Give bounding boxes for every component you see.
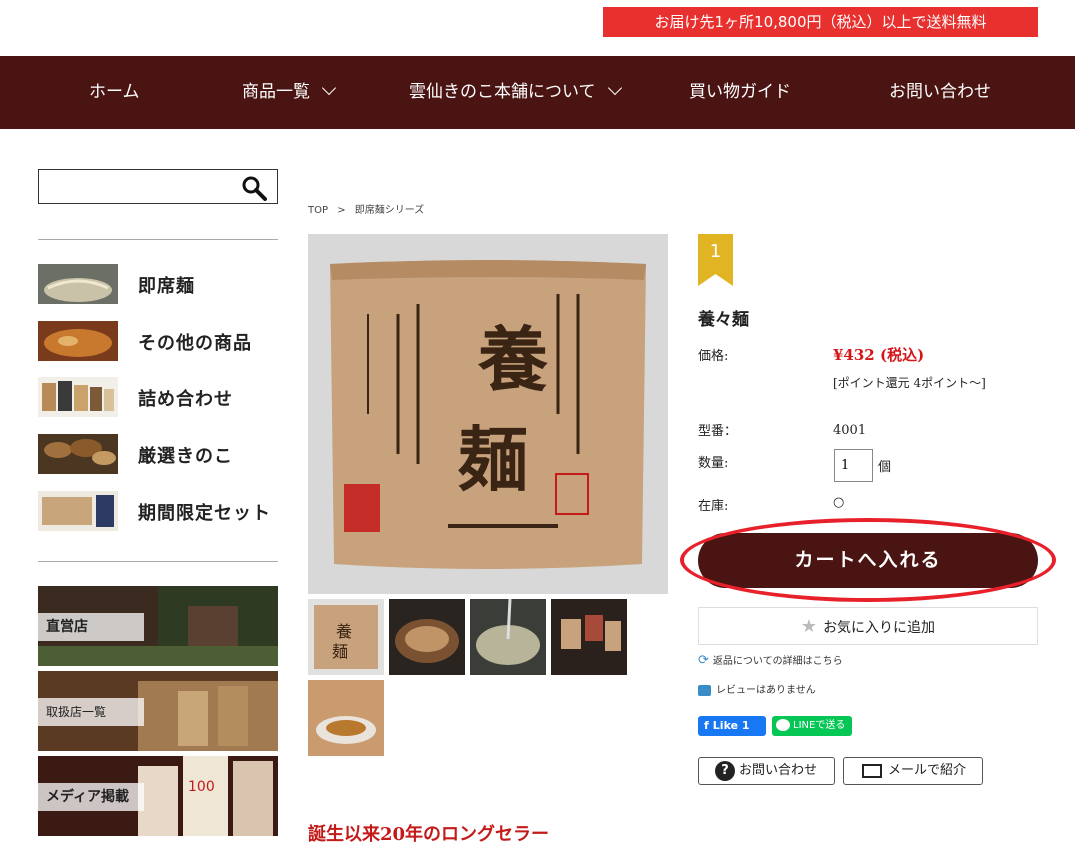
- refresh-icon: ⟳: [698, 653, 709, 668]
- nav-guide[interactable]: 買い物ガイド: [689, 56, 791, 129]
- search-icon[interactable]: [241, 175, 267, 201]
- breadcrumb: TOP > 即席麺シリーズ: [308, 201, 424, 216]
- category-thumbnail: [38, 321, 118, 361]
- facebook-like-label: Like 1: [712, 719, 750, 732]
- product-main-image: 養 麺: [308, 234, 668, 594]
- svg-text:麺: 麺: [332, 642, 348, 661]
- banner-label: メディア掲載: [38, 783, 144, 811]
- comment-icon: [698, 684, 711, 696]
- nav-contact-label: お問い合わせ: [889, 82, 991, 102]
- product-name: 養々麺: [698, 310, 749, 330]
- free-shipping-notice: お届け先1ヶ所10,800円（税込）以上で送料無料: [603, 7, 1038, 37]
- product-thumbnail[interactable]: 養麺: [308, 599, 384, 675]
- nav-about[interactable]: 雲仙きのこ本舗について: [409, 56, 622, 129]
- return-policy-link[interactable]: ⟳ 返品についての詳細はこちら: [698, 652, 843, 668]
- breadcrumb-top[interactable]: TOP: [308, 205, 328, 216]
- add-to-favorites-button[interactable]: ★ お気に入りに追加: [698, 607, 1038, 645]
- chevron-down-icon: [321, 80, 337, 96]
- nav-home-label: ホーム: [89, 82, 140, 102]
- mail-icon: [862, 763, 882, 778]
- quantity-unit: 個: [878, 460, 892, 475]
- breadcrumb-separator: >: [337, 205, 346, 216]
- stock-label: 在庫:: [698, 499, 729, 514]
- inquiry-button[interactable]: ? お問い合わせ: [698, 757, 835, 785]
- question-bubble-icon: ?: [715, 760, 735, 781]
- review-status: レビューはありません: [698, 681, 816, 696]
- inquiry-label: お問い合わせ: [739, 763, 818, 778]
- price-label: 価格:: [698, 349, 729, 364]
- review-status-label: レビューはありません: [716, 685, 816, 696]
- nav-products-label: 商品一覧: [242, 82, 310, 102]
- category-thumbnail: [38, 377, 118, 417]
- email-share-label: メールで紹介: [888, 763, 967, 778]
- chevron-down-icon: [607, 80, 622, 96]
- model-number: 4001: [833, 423, 867, 438]
- facebook-like-button[interactable]: f Like 1: [698, 716, 766, 736]
- nav-contact[interactable]: お問い合わせ: [889, 56, 991, 129]
- add-to-cart-label: カートへ入れる: [794, 549, 942, 571]
- product-thumbnail[interactable]: [389, 599, 465, 675]
- sidebar-category-instant-noodles[interactable]: 即席麺: [38, 264, 278, 306]
- product-price: ¥432 (税込): [833, 346, 925, 364]
- line-share-label: LINEで送る: [793, 720, 846, 731]
- product-thumbnail[interactable]: [551, 599, 627, 675]
- sidebar-category-mushrooms[interactable]: 厳選きのこ: [38, 434, 278, 476]
- stock-status: ○: [833, 495, 845, 510]
- point-info: [ポイント還元 4ポイント〜]: [833, 376, 986, 390]
- product-thumbnail[interactable]: [308, 680, 384, 756]
- svg-text:100: 100: [188, 779, 215, 795]
- svg-text:養: 養: [336, 622, 352, 641]
- add-to-cart-button[interactable]: カートへ入れる: [698, 533, 1038, 588]
- line-share-button[interactable]: LINEで送る: [772, 716, 852, 736]
- sidebar-category-other[interactable]: その他の商品: [38, 321, 278, 363]
- sidebar-category-assortment[interactable]: 詰め合わせ: [38, 377, 278, 419]
- quantity-input[interactable]: [834, 449, 873, 482]
- quantity-label: 数量:: [698, 456, 729, 471]
- section-heading: 誕生以来20年のロングセラー: [308, 824, 550, 845]
- category-thumbnail: [38, 264, 118, 304]
- sidebar-category-limited[interactable]: 期間限定セット: [38, 491, 278, 533]
- search-box: [38, 169, 278, 204]
- sidebar-category-label: その他の商品: [138, 333, 252, 354]
- banner-direct-store[interactable]: 直営店: [38, 586, 278, 666]
- product-thumbnail[interactable]: [470, 599, 546, 675]
- facebook-icon: f: [704, 719, 709, 732]
- svg-text:麺: 麺: [458, 418, 528, 501]
- email-share-button[interactable]: メールで紹介: [843, 757, 983, 785]
- banner-retailers[interactable]: 取扱店一覧: [38, 671, 278, 751]
- line-icon: [776, 719, 790, 731]
- main-nav: ホーム 商品一覧 雲仙きのこ本舗について 買い物ガイド お問い合わせ: [0, 56, 1075, 129]
- return-policy-label: 返品についての詳細はこちら: [712, 656, 843, 667]
- banner-media[interactable]: 100 メディア掲載: [38, 756, 278, 836]
- nav-home[interactable]: ホーム: [89, 56, 140, 129]
- sidebar-divider: [38, 561, 278, 562]
- sidebar-category-label: 詰め合わせ: [138, 389, 233, 410]
- star-icon: ★: [800, 616, 818, 637]
- add-to-favorites-label: お気に入りに追加: [823, 620, 936, 636]
- sidebar-category-label: 即席麺: [138, 276, 195, 297]
- category-thumbnail: [38, 491, 118, 531]
- sidebar-divider: [38, 239, 278, 240]
- category-thumbnail: [38, 434, 118, 474]
- rank-number: 1: [709, 241, 722, 262]
- sidebar-category-label: 期間限定セット: [138, 503, 271, 524]
- nav-about-label: 雲仙きのこ本舗について: [409, 82, 596, 102]
- banner-label: 取扱店一覧: [38, 698, 144, 726]
- nav-products[interactable]: 商品一覧: [242, 56, 337, 129]
- svg-text:養: 養: [477, 318, 548, 401]
- breadcrumb-current[interactable]: 即席麺シリーズ: [355, 205, 425, 216]
- sidebar-category-label: 厳選きのこ: [138, 446, 233, 467]
- nav-guide-label: 買い物ガイド: [689, 82, 791, 102]
- banner-label: 直営店: [38, 613, 144, 641]
- model-label: 型番：: [698, 424, 738, 439]
- search-input[interactable]: [43, 174, 233, 199]
